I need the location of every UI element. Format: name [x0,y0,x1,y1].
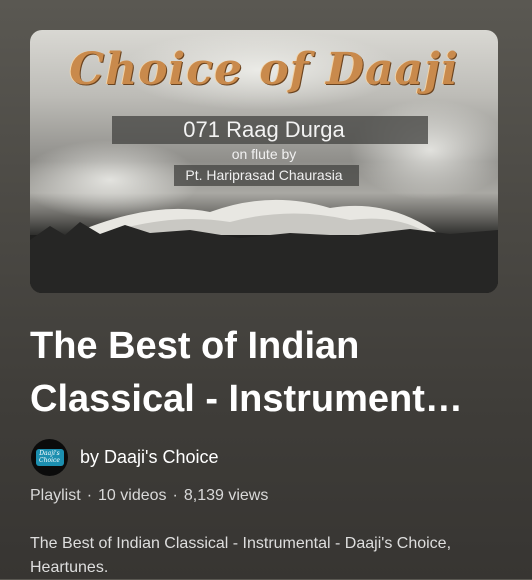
playlist-description[interactable]: The Best of Indian Classical - Instrumen… [30,532,510,580]
playlist-title[interactable]: The Best of Indian Classical - Instrumen… [30,320,510,426]
playlist-meta: Playlist · 10 videos · 8,139 views [30,487,268,505]
thumbnail-raag-text: 071 Raag Durga [183,117,345,142]
channel-name[interactable]: by Daaji's Choice [80,447,219,468]
separator-dot: · [172,487,178,504]
channel-avatar[interactable]: Daaji's Choice [31,439,68,476]
separator-dot: · [86,487,93,504]
playlist-thumbnail[interactable]: Choice of Daaji 071 Raag Durga on flute … [30,30,498,293]
view-count: 8,139 views [183,487,269,504]
thumbnail-instrument-text: on flute by [231,146,297,162]
thumbnail-artist-text: Pt. Hariprasad Chaurasia [185,167,343,183]
video-count: 10 videos [98,487,167,504]
avatar-logo-text: Daaji's Choice [35,449,64,466]
thumbnail-logo-text: Choice of Daaji [69,44,459,95]
playlist-type-label: Playlist [30,487,81,504]
channel-link[interactable]: Daaji's Choice by Daaji's Choice [31,439,219,476]
